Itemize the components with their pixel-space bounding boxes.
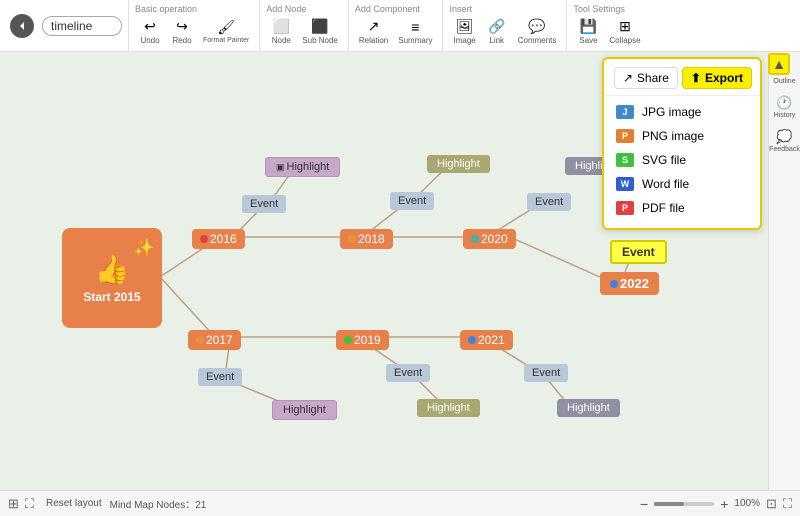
fit-screen-icon[interactable]: ⊡ bbox=[766, 496, 777, 512]
collapse-button[interactable]: ⊞Collapse bbox=[605, 16, 644, 47]
bottom-left-icons: ⊞ ⛶ bbox=[8, 496, 34, 512]
year-2016-node[interactable]: 2016 bbox=[192, 229, 245, 249]
highlight-2016-node[interactable]: ▣ Highlight bbox=[265, 157, 340, 177]
zoom-bar-fill bbox=[654, 502, 684, 506]
export-jpg-item[interactable]: J JPG image bbox=[604, 100, 760, 124]
comments-button[interactable]: 💬Comments bbox=[514, 16, 561, 47]
highlight-2019-node[interactable]: Highlight bbox=[417, 399, 480, 417]
export-dropdown-header: ↗ Share ⬆ Export bbox=[604, 67, 760, 96]
tool-settings-label: Tool Settings bbox=[573, 4, 644, 14]
feedback-icon: 💭 bbox=[776, 129, 792, 145]
dot-2018 bbox=[348, 235, 356, 243]
node-button[interactable]: ⬜Node bbox=[266, 16, 296, 47]
year-2021-node[interactable]: 2021 bbox=[460, 330, 513, 350]
insert-section: Insert 🖼Image 🔗Link 💬Comments bbox=[443, 0, 567, 51]
year-2017-node[interactable]: 2017 bbox=[188, 330, 241, 350]
export-pdf-item[interactable]: P PDF file bbox=[604, 196, 760, 220]
jpg-icon: J bbox=[616, 105, 634, 119]
sparkles-icon: ✨ bbox=[134, 238, 154, 258]
add-node-label: Add Node bbox=[266, 4, 342, 14]
format-painter-button[interactable]: 🖌Format Painter bbox=[199, 16, 253, 47]
zoom-level-label: 100% bbox=[734, 498, 760, 509]
year-2020-node[interactable]: 2020 bbox=[463, 229, 516, 249]
share-icon: ↗ bbox=[623, 71, 633, 85]
dot-2016 bbox=[200, 235, 208, 243]
dot-2021 bbox=[468, 336, 476, 344]
thumbs-up-icon: 👍 bbox=[95, 253, 130, 286]
export-png-item[interactable]: P PNG image bbox=[604, 124, 760, 148]
basic-operation-section: Basic operation ↩Undo ↪Redo 🖌Format Pain… bbox=[129, 0, 260, 51]
summary-button[interactable]: ≡Summary bbox=[394, 16, 436, 47]
app: Basic operation ↩Undo ↪Redo 🖌Format Pain… bbox=[0, 0, 800, 516]
zoom-controls: − + 100% ⊡ ⛶ bbox=[640, 496, 792, 512]
back-button[interactable] bbox=[10, 14, 34, 38]
word-icon: W bbox=[616, 177, 634, 191]
export-word-item[interactable]: W Word file bbox=[604, 172, 760, 196]
bottom-bar: ⊞ ⛶ Reset layout Mind Map Nodes：21 − + 1… bbox=[0, 490, 800, 516]
highlight-2018-node[interactable]: Highlight bbox=[427, 155, 490, 173]
tab-name-input[interactable] bbox=[42, 16, 122, 36]
dot-2022 bbox=[610, 280, 618, 288]
event-2016-node[interactable]: Event bbox=[242, 195, 286, 213]
png-icon: P bbox=[616, 129, 634, 143]
dot-2019 bbox=[344, 336, 352, 344]
history-button[interactable]: 🕐 History bbox=[772, 94, 798, 120]
toolbar: Basic operation ↩Undo ↪Redo 🖌Format Pain… bbox=[0, 0, 800, 52]
highlight-2017-node[interactable]: Highlight bbox=[272, 400, 337, 420]
add-component-section: Add Component ↗Relation ≡Summary bbox=[349, 0, 444, 51]
undo-button[interactable]: ↩Undo bbox=[135, 16, 165, 47]
event-2022-node[interactable]: Event bbox=[610, 240, 667, 264]
year-2022-node[interactable]: 2022 bbox=[600, 272, 659, 295]
zoom-bar[interactable] bbox=[654, 502, 714, 506]
sub-node-button[interactable]: ⬛Sub Node bbox=[298, 16, 342, 47]
event-2018-node[interactable]: Event bbox=[390, 192, 434, 210]
export-icon: ⬆ bbox=[691, 71, 701, 85]
bottom-center-info: Reset layout Mind Map Nodes：21 bbox=[46, 496, 206, 511]
history-icon: 🕐 bbox=[776, 95, 792, 111]
event-2021-node[interactable]: Event bbox=[524, 364, 568, 382]
arrow-up-indicator: ▲ bbox=[768, 53, 790, 75]
export-button[interactable]: ⬆ Export bbox=[682, 67, 752, 89]
event-2019-node[interactable]: Event bbox=[386, 364, 430, 382]
node-count-label: Mind Map Nodes：21 bbox=[110, 496, 207, 511]
export-dropdown: ↗ Share ⬆ Export J JPG image P PNG image… bbox=[602, 57, 762, 230]
pdf-icon: P bbox=[616, 201, 634, 215]
event-2017-node[interactable]: Event bbox=[198, 368, 242, 386]
dot-2017 bbox=[196, 336, 204, 344]
relation-button[interactable]: ↗Relation bbox=[355, 16, 392, 47]
redo-button[interactable]: ↪Redo bbox=[167, 16, 197, 47]
export-svg-item[interactable]: S SVG file bbox=[604, 148, 760, 172]
zoom-in-button[interactable]: + bbox=[720, 496, 728, 512]
add-component-label: Add Component bbox=[355, 4, 437, 14]
dot-2020 bbox=[471, 235, 479, 243]
right-sidebar: ≡ Outline 🕐 History 💭 Feedback bbox=[768, 52, 800, 490]
feedback-button[interactable]: 💭 Feedback bbox=[772, 128, 798, 154]
start-2015-node[interactable]: ✨ 👍 Start 2015 bbox=[62, 228, 162, 328]
tab-section bbox=[4, 0, 129, 51]
basic-operation-label: Basic operation bbox=[135, 4, 253, 14]
reset-layout-button[interactable]: Reset layout bbox=[46, 498, 102, 509]
year-2018-node[interactable]: 2018 bbox=[340, 229, 393, 249]
image-button[interactable]: 🖼Image bbox=[449, 16, 479, 47]
event-2020-node[interactable]: Event bbox=[527, 193, 571, 211]
year-2019-node[interactable]: 2019 bbox=[336, 330, 389, 350]
zoom-out-button[interactable]: − bbox=[640, 496, 648, 512]
start-label: Start 2015 bbox=[83, 290, 140, 304]
link-button[interactable]: 🔗Link bbox=[482, 16, 512, 47]
svg-icon: S bbox=[616, 153, 634, 167]
insert-label: Insert bbox=[449, 4, 560, 14]
arrow-up-icon: ▲ bbox=[772, 56, 786, 72]
grid-icon[interactable]: ⊞ bbox=[8, 496, 19, 512]
fullscreen-icon[interactable]: ⛶ bbox=[25, 496, 34, 512]
add-node-section: Add Node ⬜Node ⬛Sub Node bbox=[260, 0, 349, 51]
fullscreen-toggle-icon[interactable]: ⛶ bbox=[783, 496, 792, 512]
share-button[interactable]: ↗ Share bbox=[614, 67, 678, 89]
save-button[interactable]: 💾Save bbox=[573, 16, 603, 47]
highlight-2021-node[interactable]: Highlight bbox=[557, 399, 620, 417]
tool-settings-section: Tool Settings 💾Save ⊞Collapse bbox=[567, 0, 650, 51]
